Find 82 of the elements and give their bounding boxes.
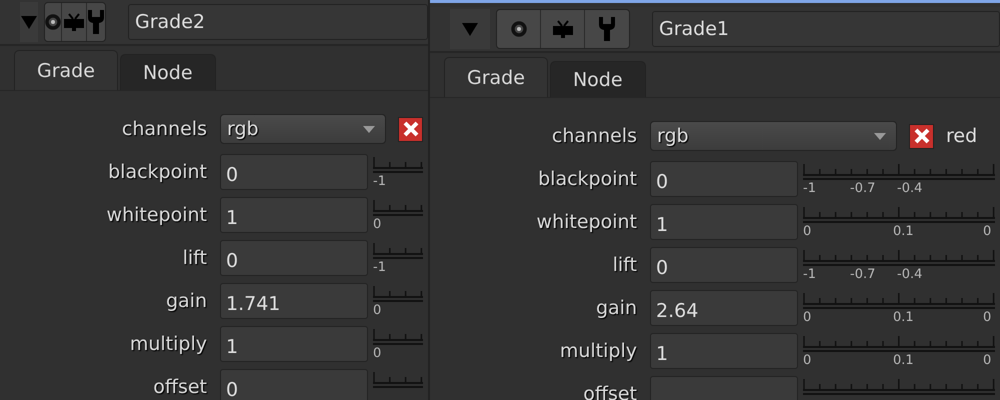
tick-label: 0 — [983, 353, 992, 369]
monitor-icon — [550, 20, 574, 38]
knob-label: lift — [612, 253, 638, 278]
value-field[interactable]: 2.64 — [650, 290, 798, 326]
slider-ruler[interactable] — [803, 376, 995, 396]
knob-label: blackpoint — [107, 160, 208, 185]
name-field[interactable]: Grade1 — [652, 11, 1000, 47]
dropdown-arrow-icon — [363, 126, 375, 132]
node-toggle-button[interactable] — [45, 3, 62, 41]
tick-label: 0 — [803, 353, 812, 369]
collapse-button[interactable] — [20, 2, 38, 42]
tick-label: -0.4 — [897, 267, 922, 283]
slider-ruler[interactable] — [803, 247, 995, 267]
ring-icon — [45, 14, 62, 30]
dropdown-arrow-icon — [874, 132, 886, 140]
ring-icon — [510, 21, 526, 37]
tick-label: -1 — [373, 174, 386, 190]
viewer-button[interactable] — [541, 10, 585, 48]
slider-ruler[interactable] — [803, 204, 995, 224]
knob-label: multiply — [128, 332, 208, 357]
cross-icon — [912, 127, 930, 145]
knob-label: whitepoint — [536, 210, 638, 235]
tick-label: 0 — [983, 224, 992, 240]
node-toggle-button[interactable] — [497, 10, 541, 48]
tick-label: 0.1 — [893, 224, 914, 240]
tab[interactable]: Node — [550, 61, 646, 97]
knob-label: gain — [594, 296, 638, 321]
slider-ruler[interactable] — [803, 161, 995, 181]
monitor-icon — [62, 13, 86, 31]
channels-dropdown[interactable]: rgb — [220, 114, 386, 144]
knob-label: offset — [582, 382, 638, 400]
tick-label: 0 — [373, 217, 382, 233]
slider-ruler[interactable] — [803, 290, 995, 310]
wrench-icon — [87, 9, 105, 35]
tick-label: -1 — [803, 267, 816, 283]
channels-dropdown[interactable]: rgb — [650, 121, 897, 151]
tick-label: 0 — [803, 310, 812, 326]
viewer-button[interactable] — [62, 3, 88, 41]
knob-label: offset — [152, 375, 208, 400]
value-field[interactable]: 1 — [220, 197, 368, 233]
value-field[interactable]: 0 — [220, 240, 368, 276]
channel-checkbox[interactable] — [909, 124, 934, 148]
tick-label: 0 — [983, 310, 992, 326]
tick-label: 0.1 — [893, 353, 914, 369]
wrench-icon — [598, 16, 616, 42]
knob-label: multiply — [558, 339, 638, 364]
tick-label: 0 — [373, 346, 382, 362]
tick-label: -0.7 — [850, 267, 876, 283]
channel-label: red — [946, 125, 978, 147]
knob-label: channels — [550, 124, 638, 149]
slider-ruler[interactable] — [803, 333, 995, 353]
value-field[interactable]: 1 — [220, 326, 368, 362]
tick-label: -1 — [373, 260, 386, 276]
tab[interactable]: Grade — [14, 50, 118, 90]
collapse-button[interactable] — [450, 9, 490, 49]
tick-label: 0 — [373, 303, 382, 319]
triangle-icon — [462, 22, 478, 36]
triangle-icon — [21, 16, 38, 28]
tick-label: -1 — [803, 181, 816, 197]
tick-label: 0 — [803, 224, 812, 240]
knob-label: blackpoint — [537, 167, 638, 192]
knob-label: channels — [120, 117, 208, 142]
tick-label: -0.4 — [897, 181, 922, 197]
value-field[interactable]: 0 — [650, 247, 798, 283]
channel-checkbox[interactable] — [398, 116, 423, 142]
value-field[interactable]: 0 — [650, 161, 798, 197]
tab[interactable]: Node — [120, 54, 216, 90]
value-field[interactable]: 1 — [650, 204, 798, 240]
settings-button[interactable] — [87, 3, 105, 41]
value-field[interactable]: 1 — [650, 333, 798, 369]
settings-button[interactable] — [585, 10, 629, 48]
value-field[interactable]: 0 — [220, 154, 368, 190]
knob-label: lift — [182, 246, 208, 271]
knob-label: whitepoint — [106, 203, 208, 228]
tab[interactable]: Grade — [444, 57, 548, 97]
cross-icon — [402, 120, 420, 138]
knob-label: gain — [164, 289, 208, 314]
value-field[interactable]: 1.741 — [220, 283, 368, 319]
name-field[interactable]: Grade2 — [128, 4, 428, 40]
tick-label: -0.7 — [850, 181, 876, 197]
tick-label: 0.1 — [893, 310, 914, 326]
value-field[interactable]: 0 — [220, 369, 368, 400]
